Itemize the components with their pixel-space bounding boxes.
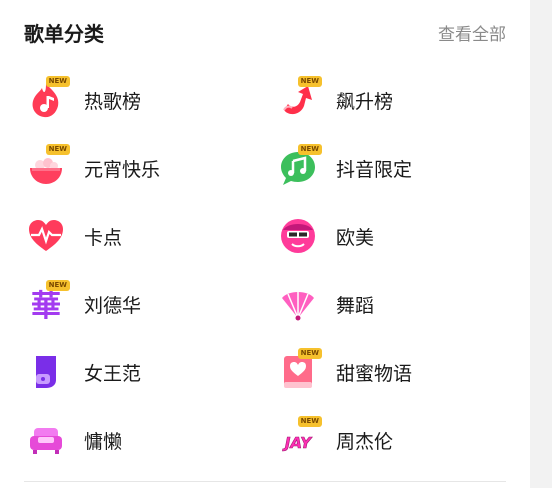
rising-arrow-icon: NEW [276,76,322,122]
category-label: 周杰伦 [336,430,394,453]
music-chat-bubble-icon: NEW [276,144,322,190]
category-label: 元宵快乐 [84,158,161,181]
queen-boot-icon [24,350,68,394]
category-label: 卡点 [84,226,123,249]
new-badge: NEW [45,144,70,155]
new-badge: NEW [45,280,70,291]
category-label: 飙升榜 [336,90,394,113]
category-item-lazy[interactable]: 慵懒 [24,412,254,468]
category-label: 慵懒 [84,430,123,453]
playlist-category-card: 歌单分类 查看全部 NEW 热歌榜 NEW 飙升榜 NEW 元宵快乐 NEW 抖… [0,0,530,488]
category-label: 刘德华 [84,294,142,317]
svg-text:華: 華 [31,289,61,324]
svg-text:JAY: JAY [282,434,313,452]
flame-music-note-icon: NEW [24,76,70,122]
category-item-dance[interactable]: 舞蹈 [276,276,506,332]
category-item-jay-chou[interactable]: JAY NEW 周杰伦 [276,412,506,468]
rice-dumpling-bowl-icon: NEW [24,144,70,190]
bottom-divider [24,481,506,482]
heart-book-icon: NEW [276,348,322,394]
view-all-link[interactable]: 查看全部 [438,20,506,45]
new-badge: NEW [297,416,322,427]
category-label: 热歌榜 [84,90,142,113]
jay-logo-icon: JAY NEW [276,416,322,462]
section-header: 歌单分类 查看全部 [24,14,506,48]
new-badge: NEW [297,76,322,87]
category-item-western[interactable]: 欧美 [276,208,506,264]
hand-fan-icon [276,282,320,326]
category-item-rising[interactable]: NEW 飙升榜 [276,72,506,128]
category-item-andy-lau[interactable]: 華 NEW 刘德华 [24,276,254,332]
category-item-lantern-festival[interactable]: NEW 元宵快乐 [24,140,254,196]
category-item-hot-songs[interactable]: NEW 热歌榜 [24,72,254,128]
category-item-beat[interactable]: 卡点 [24,208,254,264]
category-item-sweet-story[interactable]: NEW 甜蜜物语 [276,344,506,400]
new-badge: NEW [297,144,322,155]
category-label: 舞蹈 [336,294,375,317]
category-item-queen-style[interactable]: 女王范 [24,344,254,400]
category-label: 女王范 [84,362,142,385]
new-badge: NEW [45,76,70,87]
page-background-strip [530,0,552,488]
category-label: 抖音限定 [336,158,413,181]
new-badge: NEW [297,348,322,359]
sunglasses-face-icon [276,214,320,258]
category-label: 欧美 [336,226,375,249]
sofa-icon [24,418,68,462]
category-label: 甜蜜物语 [336,362,413,385]
category-item-douyin-exclusive[interactable]: NEW 抖音限定 [276,140,506,196]
heartbeat-heart-icon [24,214,68,258]
section-title: 歌单分类 [24,22,104,46]
hua-character-icon: 華 NEW [24,280,70,326]
